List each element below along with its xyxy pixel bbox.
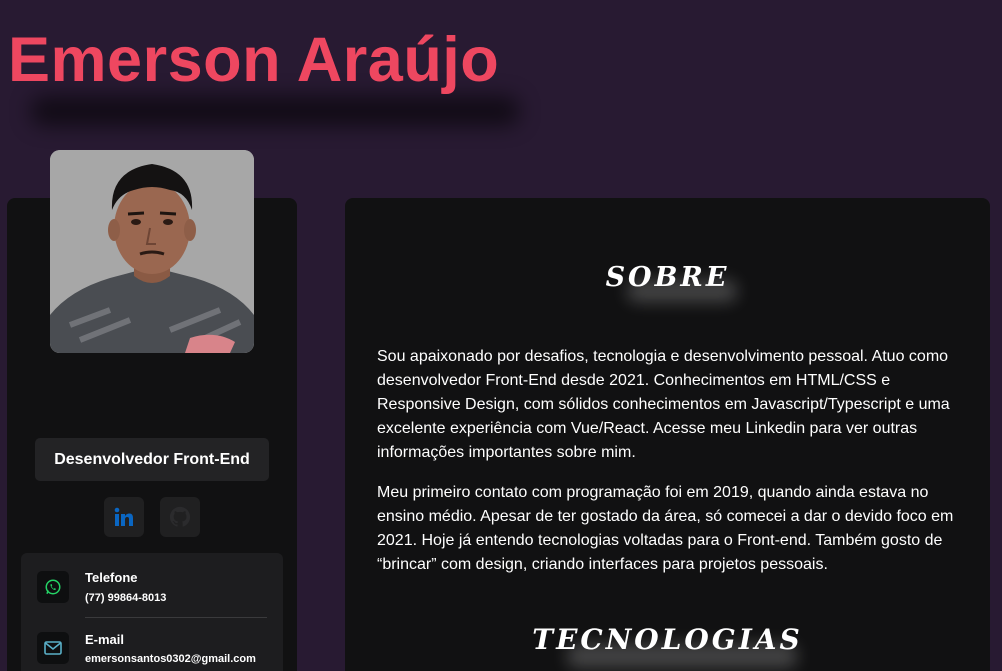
technologies-title: TECNOLOGIAS — [532, 623, 803, 656]
avatar-photo — [50, 150, 254, 353]
whatsapp-icon[interactable] — [37, 571, 69, 603]
main-content: SOBRE Sou apaixonado por desafios, tecno… — [345, 198, 990, 671]
linkedin-button[interactable] — [104, 497, 144, 537]
about-title: SOBRE — [605, 262, 730, 293]
about-paragraph: Sou apaixonado por desafios, tecnologia … — [377, 348, 950, 461]
contact-card: Telefone (77) 99864-8013 E-mail emersons… — [21, 553, 283, 671]
mail-icon[interactable] — [37, 632, 69, 664]
portfolio-page: Emerson Araújo Desenvolvedor Front-End T… — [0, 0, 1002, 671]
name-shadow — [30, 96, 520, 126]
about-paragraph: Meu primeiro contato com programação foi… — [377, 484, 954, 573]
avatar — [50, 150, 254, 353]
github-button[interactable] — [160, 497, 200, 537]
linkedin-icon — [114, 507, 133, 526]
contact-value: (77) 99864-8013 — [85, 592, 167, 604]
contact-label: E-mail — [85, 632, 125, 647]
contact-value: emersonsantos0302@gmail.com — [85, 653, 256, 665]
contact-phone: Telefone (77) 99864-8013 — [21, 553, 283, 613]
github-icon — [169, 506, 191, 527]
contact-email: E-mail emersonsantos0302@gmail.com — [21, 615, 283, 671]
page-title: Emerson Araújo — [8, 25, 500, 95]
role-badge: Desenvolvedor Front-End — [35, 438, 269, 481]
contact-label: Telefone — [85, 570, 138, 585]
